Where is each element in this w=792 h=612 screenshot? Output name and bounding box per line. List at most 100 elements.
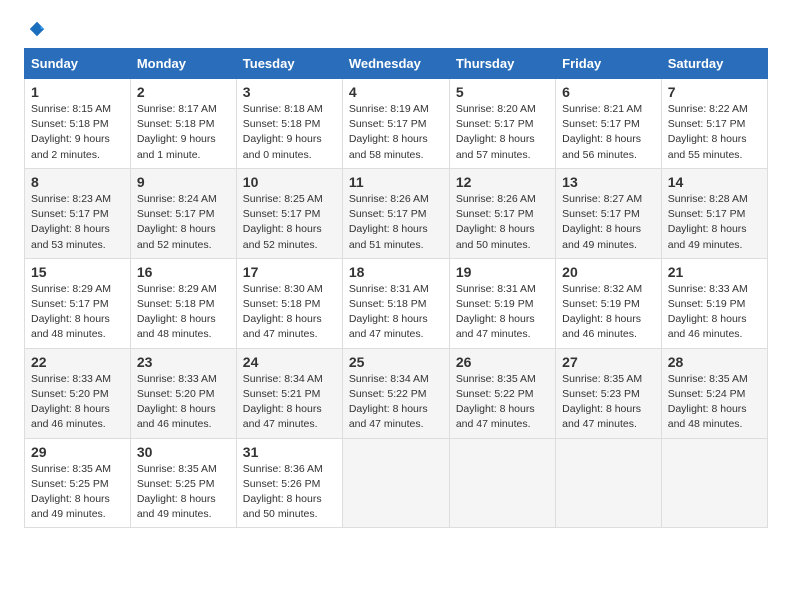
day-info: Sunrise: 8:17 AMSunset: 5:18 PMDaylight:… — [137, 102, 230, 163]
page-header — [24, 20, 768, 38]
calendar-cell: 23 Sunrise: 8:33 AMSunset: 5:20 PMDayligh… — [130, 348, 236, 438]
calendar-header-monday: Monday — [130, 49, 236, 79]
day-number: 16 — [137, 264, 230, 280]
calendar-cell: 4 Sunrise: 8:19 AMSunset: 5:17 PMDaylight… — [342, 79, 449, 169]
day-info: Sunrise: 8:32 AMSunset: 5:19 PMDaylight:… — [562, 282, 655, 343]
calendar-cell: 3 Sunrise: 8:18 AMSunset: 5:18 PMDaylight… — [236, 79, 342, 169]
calendar-cell: 14 Sunrise: 8:28 AMSunset: 5:17 PMDayligh… — [661, 168, 767, 258]
day-info: Sunrise: 8:35 AMSunset: 5:25 PMDaylight:… — [31, 462, 124, 523]
day-info: Sunrise: 8:19 AMSunset: 5:17 PMDaylight:… — [349, 102, 443, 163]
day-info: Sunrise: 8:35 AMSunset: 5:24 PMDaylight:… — [668, 372, 761, 433]
day-info: Sunrise: 8:35 AMSunset: 5:23 PMDaylight:… — [562, 372, 655, 433]
day-number: 25 — [349, 354, 443, 370]
day-number: 18 — [349, 264, 443, 280]
day-number: 12 — [456, 174, 549, 190]
calendar-cell: 24 Sunrise: 8:34 AMSunset: 5:21 PMDayligh… — [236, 348, 342, 438]
calendar-cell: 19Sunrise: 8:31 AMSunset: 5:19 PMDayligh… — [449, 258, 555, 348]
day-number: 14 — [668, 174, 761, 190]
day-info: Sunrise: 8:26 AMSunset: 5:17 PMDaylight:… — [349, 192, 443, 253]
day-info: Sunrise: 8:23 AMSunset: 5:17 PMDaylight:… — [31, 192, 124, 253]
day-info: Sunrise: 8:30 AMSunset: 5:18 PMDaylight:… — [243, 282, 336, 343]
day-number: 27 — [562, 354, 655, 370]
calendar-cell: 20 Sunrise: 8:32 AMSunset: 5:19 PMDayligh… — [556, 258, 662, 348]
day-info: Sunrise: 8:29 AMSunset: 5:17 PMDaylight:… — [31, 282, 124, 343]
day-number: 23 — [137, 354, 230, 370]
day-number: 4 — [349, 84, 443, 100]
day-info: Sunrise: 8:33 AMSunset: 5:19 PMDaylight:… — [668, 282, 761, 343]
day-number: 8 — [31, 174, 124, 190]
day-info: Sunrise: 8:15 AMSunset: 5:18 PMDaylight:… — [31, 102, 124, 163]
calendar-table: SundayMondayTuesdayWednesdayThursdayFrid… — [24, 48, 768, 528]
day-number: 1 — [31, 84, 124, 100]
day-info: Sunrise: 8:29 AMSunset: 5:18 PMDaylight:… — [137, 282, 230, 343]
calendar-cell: 1 Sunrise: 8:15 AMSunset: 5:18 PMDaylight… — [25, 79, 131, 169]
calendar-header-sunday: Sunday — [25, 49, 131, 79]
day-info: Sunrise: 8:24 AMSunset: 5:17 PMDaylight:… — [137, 192, 230, 253]
calendar-cell: 5 Sunrise: 8:20 AMSunset: 5:17 PMDaylight… — [449, 79, 555, 169]
day-number: 29 — [31, 444, 124, 460]
day-number: 15 — [31, 264, 124, 280]
calendar-header-saturday: Saturday — [661, 49, 767, 79]
day-info: Sunrise: 8:21 AMSunset: 5:17 PMDaylight:… — [562, 102, 655, 163]
day-number: 21 — [668, 264, 761, 280]
day-number: 7 — [668, 84, 761, 100]
calendar-cell: 8 Sunrise: 8:23 AMSunset: 5:17 PMDaylight… — [25, 168, 131, 258]
calendar-cell: 18Sunrise: 8:31 AMSunset: 5:18 PMDayligh… — [342, 258, 449, 348]
calendar-cell: 13Sunrise: 8:27 AMSunset: 5:17 PMDayligh… — [556, 168, 662, 258]
day-number: 10 — [243, 174, 336, 190]
calendar-header-tuesday: Tuesday — [236, 49, 342, 79]
day-info: Sunrise: 8:35 AMSunset: 5:22 PMDaylight:… — [456, 372, 549, 433]
calendar-cell: 28 Sunrise: 8:35 AMSunset: 5:24 PMDayligh… — [661, 348, 767, 438]
calendar-cell — [449, 438, 555, 528]
day-number: 30 — [137, 444, 230, 460]
calendar-cell: 16 Sunrise: 8:29 AMSunset: 5:18 PMDayligh… — [130, 258, 236, 348]
day-info: Sunrise: 8:18 AMSunset: 5:18 PMDaylight:… — [243, 102, 336, 163]
day-number: 6 — [562, 84, 655, 100]
day-info: Sunrise: 8:34 AMSunset: 5:22 PMDaylight:… — [349, 372, 443, 433]
day-number: 20 — [562, 264, 655, 280]
calendar-week-4: 22 Sunrise: 8:33 AMSunset: 5:20 PMDayligh… — [25, 348, 768, 438]
calendar-cell: 7 Sunrise: 8:22 AMSunset: 5:17 PMDaylight… — [661, 79, 767, 169]
day-number: 28 — [668, 354, 761, 370]
day-number: 9 — [137, 174, 230, 190]
day-info: Sunrise: 8:25 AMSunset: 5:17 PMDaylight:… — [243, 192, 336, 253]
calendar-cell: 30Sunrise: 8:35 AMSunset: 5:25 PMDayligh… — [130, 438, 236, 528]
day-number: 5 — [456, 84, 549, 100]
calendar-week-3: 15 Sunrise: 8:29 AMSunset: 5:17 PMDayligh… — [25, 258, 768, 348]
day-info: Sunrise: 8:34 AMSunset: 5:21 PMDaylight:… — [243, 372, 336, 433]
calendar-cell — [342, 438, 449, 528]
calendar-cell: 29 Sunrise: 8:35 AMSunset: 5:25 PMDayligh… — [25, 438, 131, 528]
calendar-header-thursday: Thursday — [449, 49, 555, 79]
calendar-cell: 12Sunrise: 8:26 AMSunset: 5:17 PMDayligh… — [449, 168, 555, 258]
logo — [24, 20, 46, 38]
calendar-cell — [556, 438, 662, 528]
calendar-week-2: 8 Sunrise: 8:23 AMSunset: 5:17 PMDaylight… — [25, 168, 768, 258]
day-info: Sunrise: 8:33 AMSunset: 5:20 PMDaylight:… — [31, 372, 124, 433]
calendar-cell: 9 Sunrise: 8:24 AMSunset: 5:17 PMDaylight… — [130, 168, 236, 258]
day-number: 26 — [456, 354, 549, 370]
day-info: Sunrise: 8:36 AMSunset: 5:26 PMDaylight:… — [243, 462, 336, 523]
day-number: 17 — [243, 264, 336, 280]
calendar-header-wednesday: Wednesday — [342, 49, 449, 79]
day-info: Sunrise: 8:20 AMSunset: 5:17 PMDaylight:… — [456, 102, 549, 163]
day-number: 31 — [243, 444, 336, 460]
calendar-cell: 25 Sunrise: 8:34 AMSunset: 5:22 PMDayligh… — [342, 348, 449, 438]
day-number: 3 — [243, 84, 336, 100]
calendar-header-friday: Friday — [556, 49, 662, 79]
calendar-week-1: 1 Sunrise: 8:15 AMSunset: 5:18 PMDaylight… — [25, 79, 768, 169]
day-number: 24 — [243, 354, 336, 370]
calendar-cell: 17 Sunrise: 8:30 AMSunset: 5:18 PMDayligh… — [236, 258, 342, 348]
calendar-header-row: SundayMondayTuesdayWednesdayThursdayFrid… — [25, 49, 768, 79]
calendar-cell: 22 Sunrise: 8:33 AMSunset: 5:20 PMDayligh… — [25, 348, 131, 438]
calendar-cell: 27 Sunrise: 8:35 AMSunset: 5:23 PMDayligh… — [556, 348, 662, 438]
day-info: Sunrise: 8:22 AMSunset: 5:17 PMDaylight:… — [668, 102, 761, 163]
calendar-cell: 21 Sunrise: 8:33 AMSunset: 5:19 PMDayligh… — [661, 258, 767, 348]
day-number: 11 — [349, 174, 443, 190]
calendar-cell: 6 Sunrise: 8:21 AMSunset: 5:17 PMDaylight… — [556, 79, 662, 169]
day-info: Sunrise: 8:33 AMSunset: 5:20 PMDaylight:… — [137, 372, 230, 433]
day-number: 19 — [456, 264, 549, 280]
day-info: Sunrise: 8:28 AMSunset: 5:17 PMDaylight:… — [668, 192, 761, 253]
day-number: 22 — [31, 354, 124, 370]
calendar-week-5: 29 Sunrise: 8:35 AMSunset: 5:25 PMDayligh… — [25, 438, 768, 528]
day-number: 2 — [137, 84, 230, 100]
